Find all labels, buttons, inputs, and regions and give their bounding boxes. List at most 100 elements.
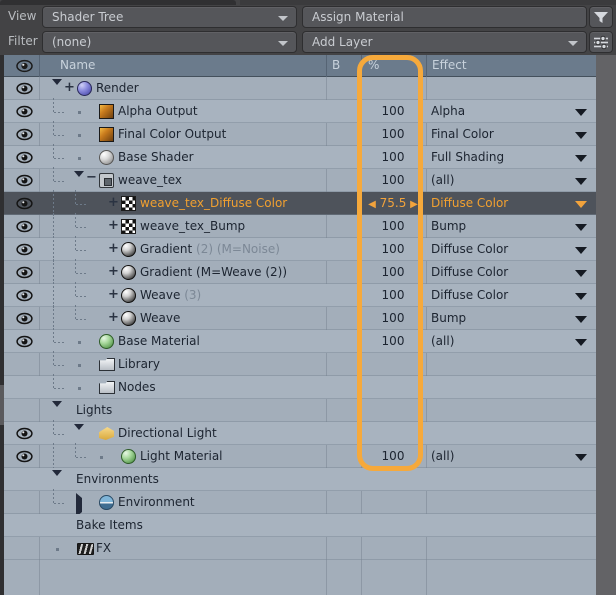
effect-value[interactable]: Bump [431,311,466,325]
effect-value[interactable]: (all) [431,173,454,187]
chevron-down-icon[interactable] [575,454,587,461]
visibility-toggle-icon[interactable] [16,82,33,95]
expander-collapse-icon[interactable] [52,79,62,99]
sphere-green-icon [99,334,114,349]
chevron-down-icon[interactable] [575,132,587,139]
percent-value[interactable]: 100 [361,288,425,302]
table-row[interactable]: + Weave (3) 100 Diffuse Color [4,282,600,309]
effect-value[interactable]: Alpha [431,104,465,118]
visibility-toggle-icon[interactable] [16,220,33,233]
percent-value[interactable]: ◀ 75.5 ▶ [361,196,425,210]
percent-value[interactable]: 100 [361,219,425,233]
chevron-down-icon[interactable] [575,224,587,231]
percent-value[interactable]: 100 [361,104,425,118]
chevron-down-icon[interactable] [575,178,587,185]
expander-collapse-icon[interactable] [52,401,62,421]
table-row[interactable]: − weave_tex 100 (all) [4,167,600,192]
effect-value[interactable]: Final Color [431,127,494,141]
expander-collapse-icon[interactable] [52,470,62,490]
table-row[interactable]: Base Shader 100 Full Shading [4,144,600,169]
table-row[interactable]: Bake Items [4,514,600,537]
add-child-layer-icon[interactable]: + [64,81,75,94]
effect-value[interactable]: Bump [431,219,466,233]
table-row[interactable]: Light Material 100 (all) [4,443,600,470]
table-row[interactable]: Directional Light [4,420,600,445]
chevron-down-icon[interactable] [575,316,587,323]
visibility-toggle-icon[interactable] [16,197,33,210]
percent-value[interactable]: 100 [361,242,425,256]
effect-value[interactable]: Diffuse Color [431,265,508,279]
effect-value[interactable]: (all) [431,334,454,348]
add-child-layer-icon[interactable]: + [108,288,119,301]
column-header-effect[interactable]: Effect [432,58,467,72]
visibility-toggle-icon[interactable] [16,105,33,118]
table-row[interactable]: + weave_tex_Diffuse Color ◀ 75.5 ▶ Diffuse … [4,190,600,217]
effect-value[interactable]: Full Shading [431,150,504,164]
table-row[interactable]: FX [4,537,600,560]
percent-value[interactable]: 100 [361,265,425,279]
filter-dropdown[interactable]: (none) [42,31,297,53]
column-header-blend[interactable]: B [332,58,340,72]
chevron-down-icon[interactable] [575,339,587,346]
view-dropdown[interactable]: Shader Tree [42,6,297,28]
column-header-name[interactable]: Name [60,58,95,72]
chevron-down-icon[interactable] [575,270,587,277]
effect-value[interactable]: Diffuse Color [431,288,508,302]
table-row[interactable]: + Weave 100 Bump [4,305,600,332]
add-child-layer-icon[interactable]: + [108,219,119,232]
table-row[interactable]: Final Color Output 100 Final Color [4,121,600,146]
visibility-toggle-icon[interactable] [16,174,33,187]
visibility-toggle-icon[interactable] [16,266,33,279]
layer-settings-button[interactable] [589,31,613,53]
visibility-toggle-icon[interactable] [16,243,33,256]
percent-value[interactable]: 100 [361,334,425,348]
chevron-down-icon[interactable] [575,247,587,254]
assign-material-field[interactable]: Assign Material [302,6,587,28]
add-child-layer-icon[interactable]: + [108,311,119,324]
table-row[interactable]: Lights [4,399,600,422]
add-layer-dropdown[interactable]: Add Layer [302,31,587,53]
vertical-scrollbar-left[interactable] [0,55,4,595]
table-row[interactable]: Alpha Output 100 Alpha [4,98,600,123]
increment-arrow-icon[interactable]: ▶ [410,199,418,210]
effect-value[interactable]: (all) [431,449,454,463]
visibility-toggle-icon[interactable] [16,427,33,440]
decrement-arrow-icon[interactable]: ◀ [368,199,376,210]
visibility-toggle-icon[interactable] [16,335,33,348]
percent-value[interactable]: 100 [361,150,425,164]
table-row[interactable]: Environment [4,489,600,517]
table-row[interactable]: Nodes [4,374,600,399]
visibility-toggle-icon[interactable] [16,289,33,302]
visibility-column-eye-icon[interactable] [16,59,33,73]
table-row[interactable]: + weave_tex_Bump 100 Bump [4,213,600,240]
add-child-layer-icon[interactable]: + [108,265,119,278]
effect-value[interactable]: Diffuse Color [431,196,508,210]
table-row[interactable]: Environments [4,468,600,491]
chevron-down-icon[interactable] [575,155,587,162]
percent-value[interactable]: 100 [361,173,425,187]
add-child-layer-icon[interactable]: + [108,242,119,255]
chevron-down-icon[interactable] [575,201,587,208]
table-row[interactable]: + Render [4,77,600,100]
table-row[interactable]: Base Material 100 (all) [4,328,600,353]
remove-child-layer-icon[interactable]: − [86,171,97,184]
table-row[interactable]: + Gradient (M=Weave (2)) 100 Diffuse Color [4,259,600,286]
visibility-toggle-icon[interactable] [16,450,33,463]
table-row[interactable]: + Gradient (2) (M=Noise) 100 Diffuse Color [4,236,600,263]
column-header-percent[interactable]: % [368,58,379,72]
table-row[interactable]: Library [4,351,600,376]
filter-options-button[interactable] [589,6,613,28]
percent-value[interactable]: 100 [361,311,425,325]
visibility-toggle-icon[interactable] [16,128,33,141]
effect-value[interactable]: Diffuse Color [431,242,508,256]
add-child-layer-icon[interactable]: + [108,196,119,209]
expander-collapse-icon[interactable] [74,171,84,191]
chevron-down-icon[interactable] [575,293,587,300]
chevron-down-icon[interactable] [575,109,587,116]
expander-collapse-icon[interactable] [74,424,84,444]
percent-value[interactable]: 100 [361,449,425,463]
visibility-toggle-icon[interactable] [16,151,33,164]
percent-value[interactable]: 100 [361,127,425,141]
scrollbar-handle[interactable] [0,385,4,425]
visibility-toggle-icon[interactable] [16,312,33,325]
